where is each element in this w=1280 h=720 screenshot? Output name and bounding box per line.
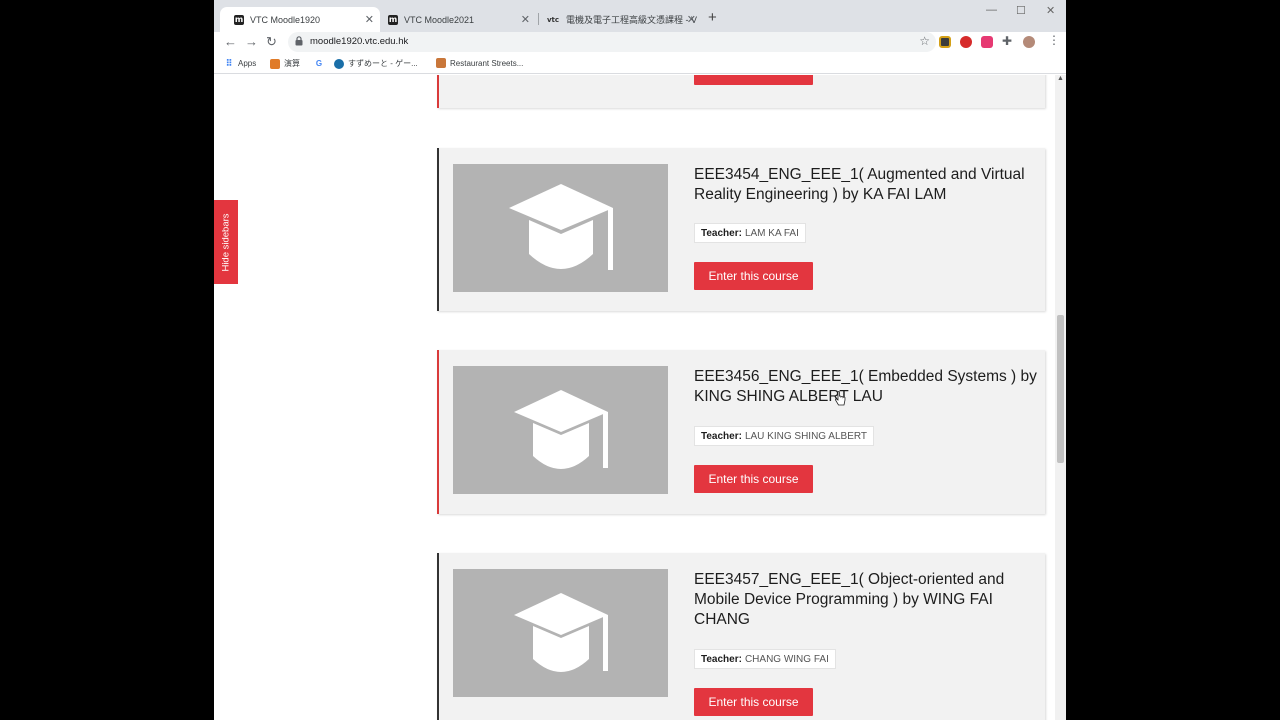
teacher-badge: Teacher: CHANG WING FAI [694,649,836,669]
reload-icon[interactable]: ↻ [266,34,277,50]
extension-icon[interactable] [939,36,951,48]
hand-cursor-icon [834,391,846,406]
bookmark-item[interactable]: 演算 [270,58,300,69]
apps-grid-icon: ⠿ [225,57,233,68]
tab-moodle1920[interactable]: m VTC Moodle1920 ✕ [220,7,380,32]
graduation-cap-icon [514,390,608,469]
close-tab-icon[interactable]: ✕ [521,13,530,26]
moodle-favicon-icon: m [388,14,398,25]
course-title-link[interactable]: EEE3456_ENG_EEE_1( Embedded Systems ) by… [694,367,1039,407]
course-card: EEE3456_ENG_EEE_1( Embedded Systems ) by… [437,350,1045,514]
bookmark-google[interactable]: G [314,58,328,68]
enter-course-button[interactable]: Enter this course [694,688,813,716]
scrollbar-thumb[interactable] [1057,315,1064,463]
browser-window: m VTC Moodle1920 ✕ m VTC Moodle2021 ✕ vt… [214,0,1066,720]
profile-avatar[interactable] [1023,36,1035,48]
back-icon[interactable]: ← [224,34,237,49]
graduation-cap-icon [509,184,613,270]
scroll-up-icon[interactable]: ▲ [1057,75,1064,82]
teacher-badge: Teacher: LAU KING SHING ALBERT [694,426,875,446]
close-tab-icon[interactable]: ✕ [687,13,696,26]
extensions-puzzle-icon[interactable]: ✚ [1002,34,1014,48]
course-title-link[interactable]: EEE3454_ENG_EEE_1( Augmented and Virtual… [694,165,1039,205]
bookmark-favicon-icon [270,58,280,69]
enter-course-button[interactable]: Enter this course [694,262,813,290]
page-content: Hide sidebars Enter this course EEE3454_… [214,75,1066,720]
course-thumbnail[interactable] [453,366,668,494]
url-text: moodle1920.vtc.edu.hk [310,36,409,47]
bookmark-apps[interactable]: ⠿ Apps [224,57,257,68]
course-title-link[interactable]: EEE3457_ENG_EEE_1( Object-oriented and M… [694,570,1039,630]
new-tab-icon[interactable]: + [708,9,717,26]
tab-title: 電機及電子工程高級文憑課程 - V [566,15,698,25]
hide-sidebars-button[interactable]: Hide sidebars [214,200,238,284]
lock-icon [295,36,303,46]
bookmark-favicon-icon [334,58,344,69]
maximize-icon[interactable]: ☐ [1016,4,1026,17]
menu-kebab-icon[interactable]: ⋮ [1048,33,1060,47]
tab-strip: m VTC Moodle1920 ✕ m VTC Moodle2021 ✕ vt… [214,0,1066,32]
tab-title: VTC Moodle2021 [404,14,475,25]
vtc-favicon-icon: vtc [546,15,560,24]
course-thumbnail[interactable] [453,569,668,697]
course-card: EEE3454_ENG_EEE_1( Augmented and Virtual… [437,148,1045,311]
bookmark-star-icon[interactable]: ☆ [919,34,930,48]
page-scrollbar[interactable]: ▲ [1055,75,1066,720]
moodle-favicon-icon: m [234,14,244,25]
close-tab-icon[interactable]: ✕ [365,13,374,26]
teacher-badge: Teacher: LAM KA FAI [694,223,806,243]
extension-pink-icon[interactable] [981,36,993,48]
enter-course-button[interactable]: Enter this course [694,465,813,493]
course-thumbnail[interactable] [453,164,668,292]
course-card: Enter this course [437,75,1045,108]
course-card: EEE3457_ENG_EEE_1( Object-oriented and M… [437,553,1045,720]
adblock-icon[interactable] [960,36,972,48]
minimize-icon[interactable]: — [986,4,997,16]
close-window-icon[interactable]: ✕ [1046,4,1055,17]
tab-title: VTC Moodle1920 [250,14,321,25]
enter-course-button[interactable]: Enter this course [694,75,813,85]
tab-vtc-course[interactable]: vtc 電機及電子工程高級文憑課程 - V ✕ [532,7,702,32]
bookmarks-bar: ⠿ Apps 演算 G すずめーと - ゲー... Restaurant Str… [214,54,1066,74]
tab-moodle2021[interactable]: m VTC Moodle2021 ✕ [374,7,536,32]
address-bar[interactable]: moodle1920.vtc.edu.hk ☆ [288,32,936,52]
bookmark-item[interactable]: すずめーと - ゲー... [334,58,418,69]
bookmark-favicon-icon [436,58,446,68]
graduation-cap-icon [514,593,608,672]
bookmark-item[interactable]: Restaurant Streets... [436,58,523,68]
forward-icon[interactable]: → [245,34,258,49]
google-icon: G [315,58,323,68]
